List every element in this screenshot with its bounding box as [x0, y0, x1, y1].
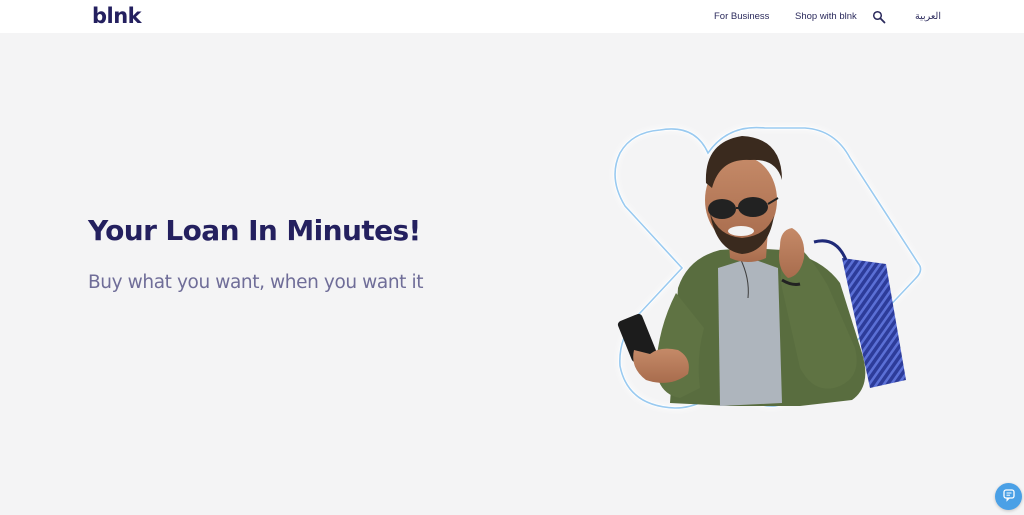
person — [617, 136, 866, 406]
top-navigation-bar: blnk For Business Shop with blnk العربية — [0, 0, 1024, 33]
nav-link-for-business[interactable]: For Business — [714, 10, 769, 23]
chat-icon — [1002, 487, 1016, 506]
search-icon[interactable] — [872, 9, 886, 24]
hero-image — [600, 118, 930, 418]
language-switch-arabic[interactable]: العربية — [915, 10, 941, 23]
hero-subheadline: Buy what you want, when you want it — [88, 272, 424, 293]
chat-widget-button[interactable] — [995, 483, 1022, 510]
hero-headline: Your Loan In Minutes! — [88, 214, 421, 247]
blnk-logo[interactable]: blnk — [92, 2, 142, 30]
nav-link-shop-with-blnk[interactable]: Shop with blnk — [795, 10, 857, 23]
